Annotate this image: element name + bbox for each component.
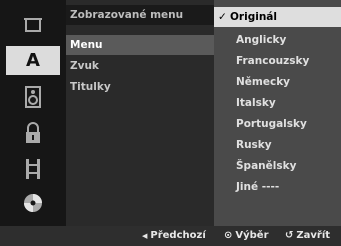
left-arrow-icon: ◀ [142, 232, 148, 240]
menu-item-subtitles[interactable]: Titulky [66, 77, 214, 97]
setup-menu-screen: A Zobrazované menu Menu Zvuk Titulky ✓ O… [0, 0, 341, 246]
select-label: Výběr [235, 230, 269, 241]
film-strip-icon[interactable] [6, 154, 60, 183]
return-icon: ↺ [285, 230, 294, 241]
language-settings-menu: Zobrazované menu Menu Zvuk Titulky [66, 0, 214, 226]
previous-hint[interactable]: ◀ Předchozí [142, 226, 206, 246]
option-spanish[interactable]: Španělsky [214, 156, 341, 176]
option-german[interactable]: Německy [214, 72, 341, 92]
option-french[interactable]: Francouzsky [214, 51, 341, 71]
button-hint-bar: ◀ Předchozí ⊙ Výběr ↺ Zavřít [0, 226, 341, 246]
previous-label: Předchozí [150, 230, 206, 241]
check-icon: ✓ [218, 11, 227, 23]
option-original[interactable]: ✓ Originál [214, 7, 341, 27]
close-hint[interactable]: ↺ Zavřít [285, 226, 330, 246]
option-label: Originál [230, 11, 277, 23]
audio-speaker-icon[interactable] [6, 82, 60, 111]
misc-disc-icon[interactable] [6, 188, 60, 217]
menu-header-display-menu[interactable]: Zobrazované menu [66, 5, 214, 25]
menu-item-menu[interactable]: Menu [66, 35, 214, 55]
enter-button-icon: ⊙ [224, 230, 233, 241]
language-icon-glyph: A [26, 50, 40, 71]
lock-icon[interactable] [6, 118, 60, 147]
select-hint[interactable]: ⊙ Výběr [224, 226, 269, 246]
close-label: Zavřít [296, 230, 331, 241]
option-other[interactable]: Jiné ---- [214, 177, 341, 197]
option-russian[interactable]: Rusky [214, 135, 341, 155]
option-portuguese[interactable]: Portugalsky [214, 114, 341, 134]
category-icon-column: A [0, 0, 66, 226]
language-options-list: ✓ Originál Anglicky Francouzsky Německy I… [214, 0, 341, 226]
option-english[interactable]: Anglicky [214, 30, 341, 50]
option-italian[interactable]: Italsky [214, 93, 341, 113]
language-icon[interactable]: A [6, 46, 60, 75]
disc-menu-icon[interactable] [6, 10, 60, 39]
menu-item-audio[interactable]: Zvuk [66, 56, 214, 76]
